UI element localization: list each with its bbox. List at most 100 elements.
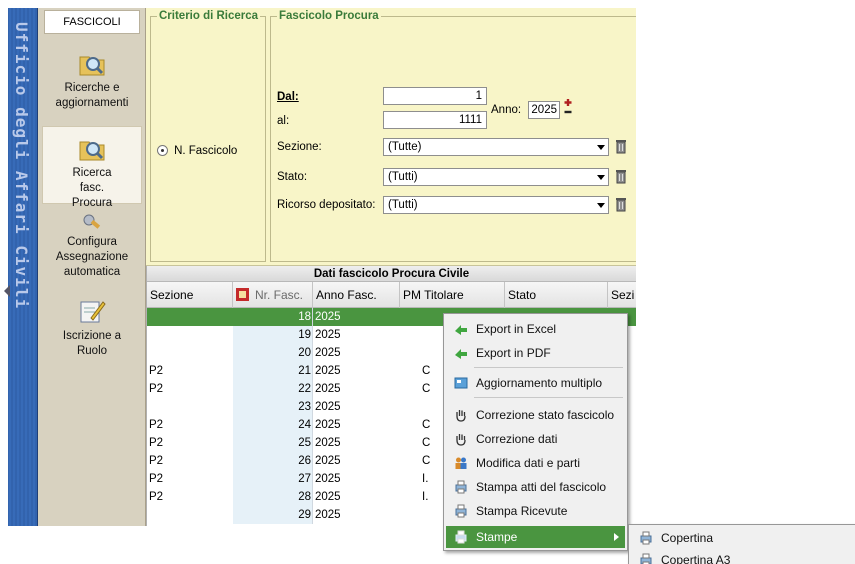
submenu-item-copertina[interactable]: Copertina — [631, 527, 851, 549]
chevron-down-icon — [597, 203, 605, 208]
menu-separator — [474, 397, 623, 398]
column-header-sezione-2[interactable]: Sezi — [608, 282, 636, 308]
sidebar-item-iscrizione[interactable]: Iscrizione a Ruolo — [42, 290, 142, 370]
menu-item-modifica-dati[interactable]: Modifica dati e parti — [446, 452, 625, 474]
al-label: al: — [277, 115, 290, 127]
table-cell-nr: 27 — [233, 470, 313, 488]
people-icon — [455, 457, 467, 469]
table-cell-nr: 26 — [233, 452, 313, 470]
submenu-item-copertina-a3[interactable]: Copertina A3 — [631, 549, 851, 564]
procura-fieldset: Fascicolo Procura Dal: al: Anno: Sezione… — [270, 10, 636, 262]
table-cell-anno: 2025 — [315, 473, 341, 485]
table-cell-sezione — [147, 308, 233, 326]
config-icon — [83, 214, 101, 229]
sidebar-item-ricerca-procura[interactable]: Ricerca fasc. Procura — [42, 126, 142, 209]
table-cell-sezione: P2 — [149, 383, 164, 395]
excel-export-icon — [455, 325, 467, 335]
sidebar-item-label: Iscrizione a Ruolo — [62, 330, 122, 357]
print-icon — [455, 530, 467, 544]
ricorso-value: (Tutti) — [388, 199, 418, 211]
stato-label: Stato: — [277, 171, 308, 183]
hand-icon — [456, 434, 466, 446]
dal-input[interactable] — [383, 87, 487, 105]
menu-item-stampa-atti[interactable]: Stampa atti del fascicolo — [446, 476, 625, 498]
table-cell-nr: 29 — [233, 506, 313, 524]
column-header-nr-fasc[interactable]: Nr. Fasc. — [233, 282, 313, 308]
search-folder-icon — [79, 56, 105, 76]
table-cell-nr: 20 — [233, 344, 313, 362]
criterio-legend: Criterio di Ricerca — [157, 10, 261, 22]
table-cell-anno: 2025 — [315, 455, 341, 467]
stato-select[interactable]: (Tutti) — [383, 168, 609, 186]
pdf-export-icon — [455, 349, 467, 359]
table-cell-nr: 25 — [233, 434, 313, 452]
menu-item-aggiornamento-multiplo[interactable]: Aggiornamento multiplo — [446, 372, 625, 394]
table-cell-nr: 24 — [233, 416, 313, 434]
trash-icon[interactable] — [615, 169, 627, 184]
table-cell-sezione: P2 — [149, 419, 164, 431]
menu-item-label: Correzione stato fascicolo — [476, 408, 615, 422]
table-cell-anno: 2025 — [315, 491, 341, 503]
sidebar-item-label: Configura Assegnazione automatica — [55, 236, 129, 278]
menu-item-label: Aggiornamento multiplo — [476, 376, 603, 390]
menu-item-stampa-ricevute[interactable]: Stampa Ricevute — [446, 500, 625, 522]
sezione-value: (Tutte) — [388, 141, 422, 153]
context-menu: Export in Excel Export in PDF Aggiorname… — [443, 313, 628, 551]
column-header-pm[interactable]: PM Titolare — [400, 282, 505, 308]
procura-legend: Fascicolo Procura — [277, 10, 381, 22]
sidebar-item-ricerche[interactable]: Ricerche e aggiornamenti — [42, 42, 142, 124]
al-input[interactable] — [383, 111, 487, 129]
menu-item-label: Export in Excel — [476, 322, 557, 336]
column-header-sezione[interactable]: Sezione — [147, 282, 233, 308]
office-banner-text: Ufficio degli Affari Civili — [12, 22, 31, 310]
print-icon — [455, 480, 467, 494]
collapse-handle-icon[interactable] — [4, 285, 10, 297]
menu-item-correzione-dati[interactable]: Correzione dati — [446, 428, 625, 450]
sezione-label: Sezione: — [277, 141, 322, 153]
menu-item-export-excel[interactable]: Export in Excel — [446, 318, 625, 340]
n-fascicolo-label: N. Fascicolo — [174, 145, 238, 157]
sidebar-item-label: Ricerche e aggiornamenti — [55, 82, 129, 109]
menu-item-label: Stampa Ricevute — [476, 504, 568, 518]
menu-item-export-pdf[interactable]: Export in PDF — [446, 342, 625, 364]
menu-item-label: Export in PDF — [476, 346, 551, 360]
menu-item-stampe[interactable]: Stampe — [446, 526, 625, 548]
anno-stepper-icon[interactable] — [563, 97, 573, 117]
menu-item-label: Correzione dati — [476, 432, 558, 446]
trash-icon[interactable] — [615, 139, 627, 154]
sidebar-item-configura[interactable]: Configura Assegnazione automatica — [42, 206, 142, 288]
search-criteria-panel: Criterio di Ricerca N. Fascicolo Fascico… — [146, 8, 636, 266]
column-header-anno[interactable]: Anno Fasc. — [313, 282, 400, 308]
column-header-stato[interactable]: Stato — [505, 282, 608, 308]
table-cell-anno: 2025 — [315, 509, 341, 521]
table-cell-nr: 19 — [233, 326, 313, 344]
ricorso-select[interactable]: (Tutti) — [383, 196, 609, 214]
search-folder-icon — [79, 141, 105, 161]
table-cell-sezione: P2 — [149, 455, 164, 467]
table-cell-anno: 2025 — [315, 437, 341, 449]
grid-header: Sezione Nr. Fasc. Anno Fasc. PM Titolare… — [147, 282, 636, 308]
table-cell-sezione: P2 — [149, 365, 164, 377]
n-fascicolo-radio[interactable]: N. Fascicolo — [157, 145, 237, 157]
menu-item-correzione-stato[interactable]: Correzione stato fascicolo — [446, 404, 625, 426]
edit-document-icon — [80, 301, 106, 323]
table-cell-anno: 2025 — [315, 311, 341, 323]
table-cell-sezione: P2 — [149, 473, 164, 485]
table-cell-sezione: P2 — [149, 491, 164, 503]
anno-input[interactable] — [528, 101, 560, 119]
ricorso-label: Ricorso depositato: — [277, 199, 376, 211]
table-cell-anno: 2025 — [315, 329, 341, 341]
sidebar-item-label: Ricerca fasc. Procura — [71, 167, 113, 209]
chevron-down-icon — [597, 175, 605, 180]
sezione-select[interactable]: (Tutte) — [383, 138, 609, 156]
chevron-right-icon — [614, 533, 619, 541]
table-cell-anno: 2025 — [315, 383, 341, 395]
grid-title: Dati fascicolo Procura Civile — [147, 266, 636, 282]
table-cell-anno: 2025 — [315, 401, 341, 413]
sidebar-tab-fascicoli[interactable]: FASCICOLI — [44, 10, 140, 34]
table-cell-sezione: P2 — [149, 437, 164, 449]
submenu-stampe: Copertina Copertina A3 — [628, 524, 855, 564]
stato-value: (Tutti) — [388, 171, 418, 183]
trash-icon[interactable] — [615, 197, 627, 212]
table-cell-nr: 23 — [233, 398, 313, 416]
